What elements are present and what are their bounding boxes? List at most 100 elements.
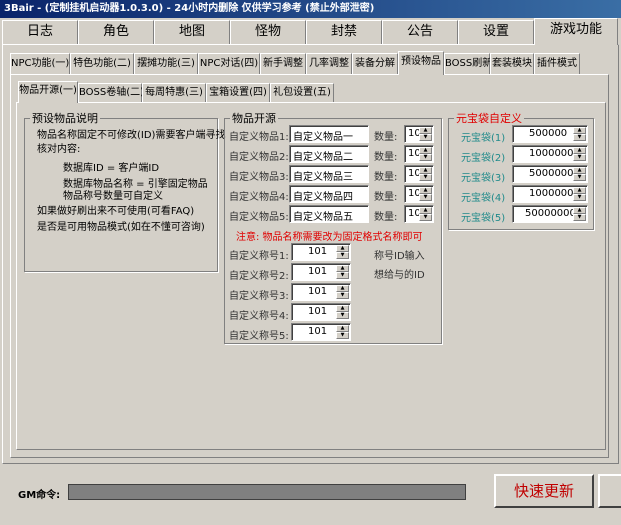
subtab-npc-dialog[interactable]: NPC对话(四): [198, 53, 260, 74]
spin-up-icon[interactable]: ▲: [573, 147, 586, 154]
spin-down-icon[interactable]: ▼: [336, 312, 349, 319]
yuanbao-stepper-2[interactable]: 1000000 ▲ ▼: [512, 145, 588, 163]
item-label: 自定义物品3:: [229, 172, 289, 183]
spin-down-icon[interactable]: ▼: [573, 134, 586, 141]
title-value: 101: [308, 266, 328, 277]
qty-stepper-2[interactable]: 10 ▲ ▼: [404, 145, 434, 163]
spin-up-icon[interactable]: ▲: [573, 207, 586, 214]
desc-line: 数据库ID = 客户端ID: [63, 163, 160, 174]
subtab-set-module[interactable]: 套装模块: [490, 53, 534, 74]
spin-down-icon[interactable]: ▼: [336, 332, 349, 339]
gm-command-label: GM命令:: [18, 490, 61, 501]
subtab-rate-adjust[interactable]: 几率调整: [306, 53, 352, 74]
title-label: 自定义称号5:: [229, 331, 289, 342]
yuanbao-stepper-1[interactable]: 500000 ▲ ▼: [512, 125, 588, 143]
spin-up-icon[interactable]: ▲: [573, 167, 586, 174]
item-name-field-4[interactable]: 自定义物品四: [289, 185, 369, 203]
qty-stepper-1[interactable]: 10 ▲ ▼: [404, 125, 434, 143]
title-label: 自定义称号1:: [229, 251, 289, 262]
spin-up-icon[interactable]: ▲: [336, 245, 349, 252]
title-value: 101: [308, 326, 328, 337]
qty-stepper-3[interactable]: 10 ▲ ▼: [404, 165, 434, 183]
spin-down-icon[interactable]: ▼: [336, 272, 349, 279]
qty-stepper-4[interactable]: 10 ▲ ▼: [404, 185, 434, 203]
subtab-boss-refresh[interactable]: BOSS刷新: [444, 53, 492, 74]
item-label: 自定义物品4:: [229, 192, 289, 203]
desc-line: 物品称号数量可自定义: [63, 191, 163, 202]
spin-down-icon[interactable]: ▼: [419, 134, 432, 141]
subtab-plugin-mode[interactable]: 插件模式: [534, 53, 580, 74]
tab-log[interactable]: 日志: [2, 20, 78, 44]
gm-command-input[interactable]: [68, 484, 466, 500]
spin-up-icon[interactable]: ▲: [419, 207, 432, 214]
item-name-field-1[interactable]: 自定义物品一: [289, 125, 369, 143]
spin-up-icon[interactable]: ▲: [419, 167, 432, 174]
item-name-field-5[interactable]: 自定义物品五: [289, 205, 369, 223]
subtab-preset-items[interactable]: 预设物品: [398, 51, 444, 75]
qty-label: 数量:: [374, 192, 398, 203]
subtab-special-function[interactable]: 特色功能(二): [70, 53, 134, 74]
innertab-weekly-deals[interactable]: 每周特惠(三): [142, 83, 206, 102]
tab-map[interactable]: 地图: [154, 20, 230, 44]
spin-down-icon[interactable]: ▼: [573, 174, 586, 181]
spin-up-icon[interactable]: ▲: [419, 127, 432, 134]
yuanbao-value: 500000: [529, 128, 568, 139]
innertab-boss-scroll[interactable]: BOSS卷轴(二): [78, 83, 144, 102]
spin-down-icon[interactable]: ▼: [419, 154, 432, 161]
spin-down-icon[interactable]: ▼: [573, 194, 586, 201]
title-stepper-1[interactable]: 101 ▲ ▼: [291, 243, 351, 261]
spin-up-icon[interactable]: ▲: [419, 147, 432, 154]
qty-label: 数量:: [374, 132, 398, 143]
spin-up-icon[interactable]: ▲: [336, 285, 349, 292]
tab-announcement[interactable]: 公告: [382, 20, 458, 44]
spin-down-icon[interactable]: ▼: [419, 174, 432, 181]
yuanbao-value: 50000000: [525, 208, 576, 219]
spin-up-icon[interactable]: ▲: [336, 265, 349, 272]
innertab-gift-settings[interactable]: 礼包设置(五): [270, 83, 334, 102]
spin-down-icon[interactable]: ▼: [336, 252, 349, 259]
item-name-field-3[interactable]: 自定义物品三: [289, 165, 369, 183]
spin-down-icon[interactable]: ▼: [336, 292, 349, 299]
yuanbao-label: 元宝袋(2): [461, 153, 506, 164]
subtab-equip-decompose[interactable]: 装备分解: [352, 53, 398, 74]
title-stepper-4[interactable]: 101 ▲ ▼: [291, 303, 351, 321]
spin-down-icon[interactable]: ▼: [573, 154, 586, 161]
subtab-newbie-adjust[interactable]: 新手调整: [260, 53, 306, 74]
yuanbao-label: 元宝袋(5): [461, 213, 506, 224]
spin-up-icon[interactable]: ▲: [573, 127, 586, 134]
spin-up-icon[interactable]: ▲: [336, 305, 349, 312]
subtab-stall-function[interactable]: 摆摊功能(三): [134, 53, 198, 74]
yuanbao-stepper-4[interactable]: 10000000 ▲ ▼: [512, 185, 588, 203]
tab-settings[interactable]: 设置: [458, 20, 534, 44]
tab-ban[interactable]: 封禁: [306, 20, 382, 44]
spin-up-icon[interactable]: ▲: [573, 187, 586, 194]
yuanbao-stepper-3[interactable]: 5000000 ▲ ▼: [512, 165, 588, 183]
spin-down-icon[interactable]: ▼: [419, 194, 432, 201]
yuanbao-label: 元宝袋(1): [461, 133, 506, 144]
qty-label: 数量:: [374, 172, 398, 183]
subtab-npc-function[interactable]: NPC功能(一): [10, 53, 70, 74]
innertab-item-source[interactable]: 物品开源(一): [18, 81, 78, 103]
item-name-field-2[interactable]: 自定义物品二: [289, 145, 369, 163]
title-stepper-3[interactable]: 101 ▲ ▼: [291, 283, 351, 301]
tab-monster[interactable]: 怪物: [230, 20, 306, 44]
item-name-note: 注意: 物品名称需要改为固定格式名称即可: [236, 232, 423, 243]
yuanbao-value: 5000000: [529, 168, 574, 179]
spin-down-icon[interactable]: ▼: [573, 214, 586, 221]
qty-stepper-5[interactable]: 10 ▲ ▼: [404, 205, 434, 223]
spin-up-icon[interactable]: ▲: [336, 325, 349, 332]
tab-game-features[interactable]: 游戏功能: [534, 18, 618, 45]
yuanbao-stepper-5[interactable]: 50000000 ▲ ▼: [512, 205, 588, 223]
innertab-chest-settings[interactable]: 宝箱设置(四): [206, 83, 270, 102]
title-value: 101: [308, 306, 328, 317]
yuanbao-value: 1000000: [529, 148, 574, 159]
quick-update-button[interactable]: 快速更新: [494, 474, 594, 508]
yuanbao-label: 元宝袋(3): [461, 173, 506, 184]
title-stepper-5[interactable]: 101 ▲ ▼: [291, 323, 351, 341]
title-stepper-2[interactable]: 101 ▲ ▼: [291, 263, 351, 281]
extra-button[interactable]: [598, 474, 621, 508]
tab-character[interactable]: 角色: [78, 20, 154, 44]
desc-line: 是否是可用物品模式(如在不懂可咨询): [37, 222, 205, 233]
spin-down-icon[interactable]: ▼: [419, 214, 432, 221]
spin-up-icon[interactable]: ▲: [419, 187, 432, 194]
